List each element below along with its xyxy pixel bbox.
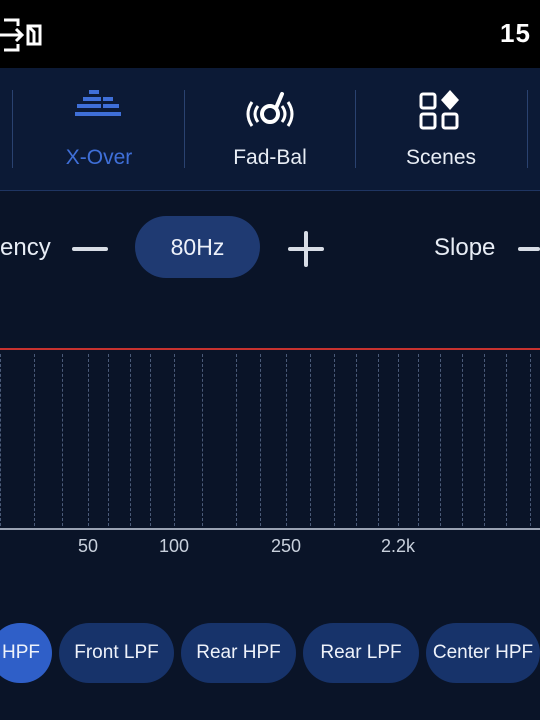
filter-front-lpf-button[interactable]: Front LPF bbox=[59, 623, 174, 683]
filter-rear-lpf-button[interactable]: Rear LPF bbox=[303, 623, 419, 683]
tab-label: X-Over bbox=[65, 146, 133, 169]
grid-line bbox=[506, 354, 507, 526]
grid-line bbox=[236, 354, 237, 526]
grid-line bbox=[462, 354, 463, 526]
x-tick-label: 100 bbox=[158, 536, 190, 556]
tab-divider bbox=[12, 90, 13, 168]
grid-line bbox=[34, 354, 35, 526]
tab-divider bbox=[527, 90, 528, 168]
grid-line bbox=[260, 354, 261, 526]
clock: 15 bbox=[500, 18, 531, 48]
x-tick-label: 250 bbox=[270, 536, 302, 556]
grid-line bbox=[130, 354, 131, 526]
x-tick-label: 2.2k bbox=[380, 536, 416, 556]
grid-line bbox=[398, 354, 399, 526]
tab-fad-bal[interactable]: Fad-Bal bbox=[185, 68, 355, 190]
slope-label: Slope bbox=[434, 234, 496, 261]
filter-hpf-button[interactable]: HPF bbox=[0, 623, 52, 683]
exit-icon[interactable] bbox=[0, 18, 44, 52]
grid-line bbox=[334, 354, 335, 526]
grid-line bbox=[174, 354, 175, 526]
grid-line bbox=[378, 354, 379, 526]
filter-center-hpf-button[interactable]: Center HPF bbox=[426, 623, 540, 683]
grid-line bbox=[440, 354, 441, 526]
grid-line bbox=[62, 354, 63, 526]
graph-baseline bbox=[0, 528, 540, 530]
frequency-value[interactable]: 80Hz bbox=[135, 216, 260, 278]
speaker-balance-icon bbox=[246, 92, 294, 127]
grid-line bbox=[418, 354, 419, 526]
frequency-increase-button[interactable] bbox=[288, 231, 324, 267]
status-bar: 15 bbox=[0, 0, 540, 68]
grid-line bbox=[484, 354, 485, 526]
tab-label: Fad-Bal bbox=[233, 146, 307, 169]
grid-line bbox=[108, 354, 109, 526]
frequency-decrease-button[interactable] bbox=[72, 247, 108, 251]
slope-decrease-button[interactable] bbox=[518, 247, 540, 251]
crossover-graph: 50 100 250 2.2k bbox=[0, 340, 540, 570]
filter-rear-hpf-button[interactable]: Rear HPF bbox=[181, 623, 296, 683]
scenes-grid-icon bbox=[419, 90, 459, 130]
grid-line bbox=[310, 354, 311, 526]
grid-line bbox=[286, 354, 287, 526]
x-tick-label: 50 bbox=[77, 536, 99, 556]
grid-line bbox=[0, 354, 1, 526]
tab-x-over[interactable]: X-Over bbox=[14, 68, 184, 190]
frequency-label: ency bbox=[0, 234, 51, 261]
filter-response-line bbox=[0, 348, 540, 350]
equalizer-bars-icon bbox=[75, 90, 121, 116]
grid-line bbox=[356, 354, 357, 526]
tab-scenes[interactable]: Scenes bbox=[356, 68, 526, 190]
grid-line bbox=[88, 354, 89, 526]
tab-bar: X-Over Fad-Bal Scenes bbox=[0, 68, 540, 191]
grid-line bbox=[150, 354, 151, 526]
grid-line bbox=[202, 354, 203, 526]
tab-label: Scenes bbox=[405, 146, 477, 169]
grid-line bbox=[530, 354, 531, 526]
frequency-slope-controls: ency 80Hz Slope bbox=[0, 190, 540, 310]
